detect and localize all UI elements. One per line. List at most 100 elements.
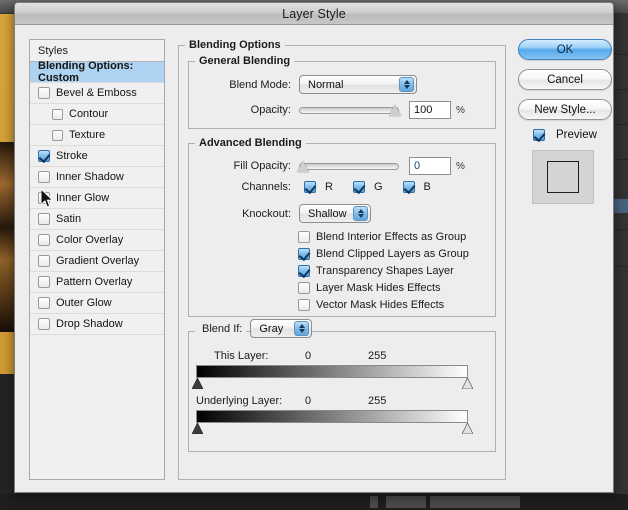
styles-header: Styles [30,40,164,62]
dialog-buttons-panel: OK Cancel New Style... Preview [518,39,612,204]
preview-thumbnail [532,150,594,204]
style-item-label: Color Overlay [56,234,124,246]
fill-opacity-input[interactable]: 0 [409,157,451,175]
preview-toggle[interactable]: Preview [528,129,608,141]
style-item-color-overlay[interactable]: Color Overlay [30,230,164,251]
blending-options-panel: Blending Options General Blending Blend … [178,39,506,480]
checkbox-texture[interactable] [52,129,63,141]
checkbox-transparency-shapes-layer[interactable] [298,265,310,277]
cancel-button[interactable]: Cancel [518,69,612,90]
channel-r-label: R [325,181,333,193]
checkbox-stroke[interactable] [38,150,50,162]
preview-label: Preview [556,129,597,141]
option-blend-clipped-layers[interactable]: Blend Clipped Layers as Group [298,248,469,260]
opacity-input[interactable]: 100 [409,101,451,119]
stepper-arrows-icon[interactable] [353,206,368,221]
this-layer-white-stop-icon[interactable] [462,378,473,389]
underlying-layer-gradient-bar[interactable] [196,410,468,423]
option-label: Vector Mask Hides Effects [316,299,445,311]
checkbox-blend-clipped-layers[interactable] [298,248,310,260]
style-item-texture[interactable]: Texture [30,125,164,146]
option-label: Transparency Shapes Layer [316,265,454,277]
underlying-layer-black-stop-icon[interactable] [192,423,203,434]
ok-button[interactable]: OK [518,39,612,60]
option-label: Layer Mask Hides Effects [316,282,441,294]
style-item-label: Outer Glow [56,297,112,309]
checkbox-pattern-overlay[interactable] [38,276,50,288]
option-layer-mask-hides-effects[interactable]: Layer Mask Hides Effects [298,282,441,294]
opacity-label: Opacity: [250,104,291,116]
style-item-satin[interactable]: Satin [30,209,164,230]
checkbox-channel-b[interactable] [402,181,415,193]
blend-if-header: Blend If: Gray [198,319,313,338]
opacity-unit: % [456,104,465,116]
styles-list-panel: Styles Blending Options: Custom Bevel & … [29,39,165,480]
style-item-contour[interactable]: Contour [30,104,164,125]
option-blend-interior-effects[interactable]: Blend Interior Effects as Group [298,231,466,243]
style-item-bevel-emboss[interactable]: Bevel & Emboss [30,83,164,104]
underlying-layer-min: 0 [305,395,312,407]
checkbox-outer-glow[interactable] [38,297,50,309]
style-item-label: Blending Options: Custom [38,60,134,84]
checkbox-inner-shadow[interactable] [38,171,50,183]
blend-if-label: Blend If: [198,322,247,335]
style-item-pattern-overlay[interactable]: Pattern Overlay [30,272,164,293]
new-style-button[interactable]: New Style... [518,99,612,120]
style-item-label: Contour [69,108,109,120]
checkbox-satin[interactable] [38,213,50,225]
dialog-titlebar[interactable]: Layer Style [15,3,613,25]
style-item-blending-options[interactable]: Blending Options: Custom [30,60,164,84]
blend-mode-select[interactable]: Normal [299,75,417,94]
option-vector-mask-hides-effects[interactable]: Vector Mask Hides Effects [298,299,444,311]
opacity-slider-thumb[interactable] [389,105,401,116]
opacity-slider[interactable] [299,103,401,117]
option-label: Blend Clipped Layers as Group [316,248,469,260]
layer-style-dialog: Layer Style Styles Blending Options: Cus… [14,2,614,493]
stepper-arrows-icon[interactable] [294,321,310,336]
checkbox-channel-r[interactable] [304,181,316,193]
channel-g-label: G [373,181,383,193]
fill-opacity-slider-track [299,163,399,170]
underlying-layer-white-stop-icon[interactable] [462,423,473,434]
underlying-layer-label: Underlying Layer: [196,395,283,407]
mouse-cursor-icon [41,189,54,208]
blend-mode-label: Blend Mode: [229,78,291,91]
this-layer-max: 255 [368,350,387,362]
preview-shape [547,161,579,193]
this-layer-min: 0 [305,350,312,362]
this-layer-gradient-bar[interactable] [196,365,468,378]
checkbox-gradient-overlay[interactable] [38,255,50,267]
knockout-select[interactable]: Shallow [299,204,371,223]
status-bar [0,494,628,510]
checkbox-layer-mask-hides-effects[interactable] [298,282,310,294]
checkbox-color-overlay[interactable] [38,234,50,246]
style-item-label: Texture [69,129,106,141]
fill-opacity-slider-thumb[interactable] [297,161,309,172]
option-transparency-shapes-layer[interactable]: Transparency Shapes Layer [298,265,454,277]
fill-opacity-slider[interactable] [297,159,399,173]
checkbox-drop-shadow[interactable] [38,318,50,330]
blend-if-group [188,325,496,452]
checkbox-channel-g[interactable] [352,181,365,193]
checkbox-bevel-emboss[interactable] [38,87,50,99]
channel-g[interactable]: G [350,181,383,193]
option-label: Blend Interior Effects as Group [316,231,467,243]
checkbox-vector-mask-hides-effects[interactable] [298,299,310,311]
blending-options-legend: Blending Options [189,39,281,51]
style-item-gradient-overlay[interactable]: Gradient Overlay [30,251,164,272]
channel-r[interactable]: R [301,181,333,193]
fill-opacity-unit: % [456,160,465,172]
style-item-stroke[interactable]: Stroke [30,146,164,167]
checkbox-blend-interior-effects[interactable] [298,231,310,243]
style-item-drop-shadow[interactable]: Drop Shadow [30,314,164,335]
this-layer-label: This Layer: [214,350,269,362]
blend-if-channel-select[interactable]: Gray [250,319,313,338]
blend-mode-value: Normal [308,78,344,91]
style-item-outer-glow[interactable]: Outer Glow [30,293,164,314]
style-item-inner-shadow[interactable]: Inner Shadow [30,167,164,188]
this-layer-black-stop-icon[interactable] [192,378,203,389]
checkbox-preview[interactable] [533,129,545,141]
stepper-arrows-icon[interactable] [399,77,414,92]
checkbox-contour[interactable] [52,108,63,120]
channel-b[interactable]: B [400,181,431,193]
